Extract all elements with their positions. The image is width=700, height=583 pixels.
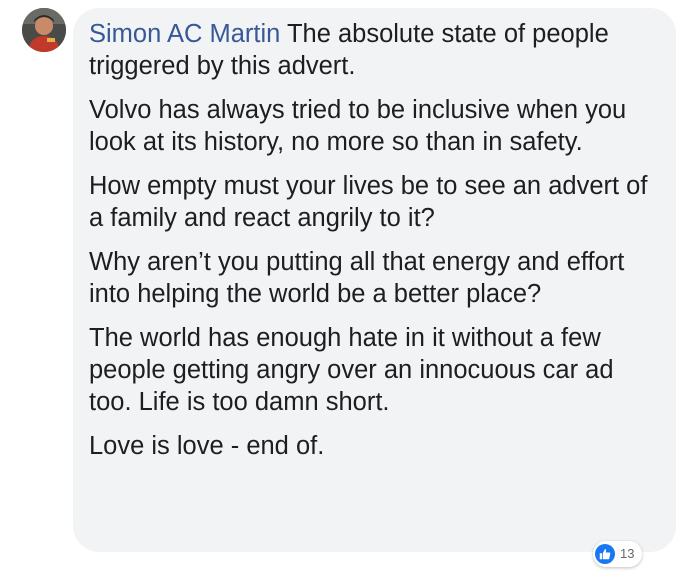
avatar-photo bbox=[22, 8, 66, 52]
comment-paragraph: Volvo has always tried to be inclusive w… bbox=[89, 96, 627, 156]
like-icon bbox=[595, 544, 615, 564]
comment-paragraph: The world has enough hate in it without … bbox=[89, 324, 614, 416]
reactions-badge[interactable]: 13 bbox=[593, 541, 643, 567]
avatar[interactable] bbox=[22, 8, 66, 52]
comment-paragraph: How empty must your lives be to see an a… bbox=[89, 172, 648, 232]
comment-paragraph: Love is love - end of. bbox=[89, 432, 325, 460]
comment: Simon AC Martin The absolute state of pe… bbox=[0, 0, 700, 583]
comment-paragraph: Simon AC Martin The absolute state of pe… bbox=[89, 18, 660, 82]
like-count: 13 bbox=[620, 546, 635, 561]
author-name-link[interactable]: Simon AC Martin bbox=[89, 20, 280, 48]
comment-bubble: Simon AC Martin The absolute state of pe… bbox=[73, 8, 676, 552]
comment-paragraph: Why aren’t you putting all that energy a… bbox=[89, 248, 625, 308]
